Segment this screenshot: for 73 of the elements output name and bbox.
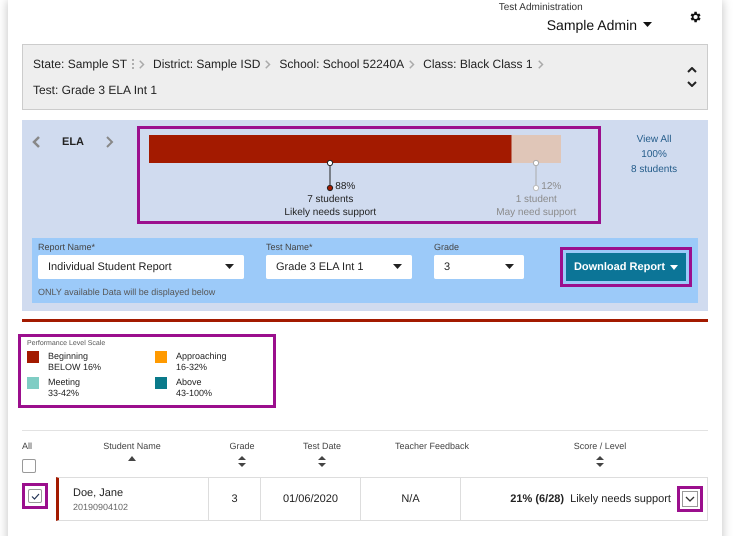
view-all-percent: 100%: [641, 148, 667, 162]
breadcrumb-item[interactable]: State: Sample ST: [33, 57, 128, 71]
legend-range: 43-100%: [176, 388, 212, 399]
legend-range: 16-32%: [176, 362, 208, 373]
breadcrumb-item[interactable]: Class: Black Class 1: [423, 57, 533, 71]
table-cell: N/A: [361, 478, 461, 520]
chevron-down-icon[interactable]: [687, 81, 697, 87]
chevron-up-icon[interactable]: [687, 67, 697, 73]
row-checkbox[interactable]: [28, 489, 42, 503]
leader-line: [532, 159, 540, 193]
column-header[interactable]: Teacher Feedback: [394, 441, 470, 451]
caret-icon: [643, 22, 652, 28]
filter-dropdown[interactable]: 3: [434, 255, 524, 279]
more-icon[interactable]: [132, 59, 134, 69]
table-cell: 3: [209, 478, 261, 520]
legend-name: Approaching: [176, 351, 227, 362]
chevron-right-icon[interactable]: [265, 60, 272, 68]
select-all-checkbox[interactable]: [22, 459, 36, 473]
table-cell: 01/06/2020: [261, 478, 361, 520]
score-value: 21% (6/28): [510, 493, 564, 505]
legend-name: Beginning: [48, 351, 90, 362]
chevron-right-icon[interactable]: [538, 60, 544, 68]
segment-students: 7 students: [307, 193, 354, 206]
subject-name: ELA: [62, 136, 84, 148]
breadcrumb-test: Test: Grade 3 ELA Int 1: [33, 83, 158, 97]
column-header[interactable]: Score / Level: [574, 441, 626, 451]
legend-range: 33-42%: [48, 388, 80, 399]
view-all-students: 8 students: [631, 163, 678, 177]
admin-caption: Test Administration: [498, 2, 584, 13]
legend-name: Meeting: [48, 377, 80, 388]
breadcrumb-item[interactable]: District: Sample ISD: [153, 57, 260, 71]
segment-percent: 88%: [335, 180, 356, 193]
admin-dropdown[interactable]: Sample Admin: [546, 17, 652, 33]
table-row[interactable]: Doe, Jane 20190904102 3 01/06/2020 N/A 21% (6/28) Likely needs support: [56, 477, 708, 521]
caret-icon: [670, 264, 678, 270]
column-header[interactable]: Test Date: [302, 441, 342, 451]
caret-icon: [505, 264, 514, 270]
legend-range: BELOW 16%: [48, 362, 102, 373]
filter-label: Test Name*: [266, 242, 314, 252]
column-header[interactable]: Grade: [229, 441, 254, 451]
check-icon: [30, 492, 40, 500]
chevron-right-icon[interactable]: [409, 60, 416, 68]
segment-students: 1 student: [516, 193, 557, 206]
caret-icon: [393, 264, 402, 270]
settings-icon[interactable]: [688, 10, 702, 24]
sort-icon[interactable]: [238, 456, 246, 467]
student-id: 20190904102: [73, 502, 128, 512]
leader-line: [326, 159, 334, 193]
chevron-down-icon: [685, 496, 695, 502]
sort-up-icon[interactable]: [128, 456, 136, 461]
filter-note: ONLY available Data will be displayed below: [38, 287, 216, 297]
sort-icon[interactable]: [596, 456, 604, 467]
breadcrumb-item[interactable]: School: School 52240A: [279, 57, 404, 71]
caret-icon: [225, 264, 234, 270]
legend-name: Above: [176, 377, 203, 388]
filter-label: Report Name*: [38, 242, 96, 252]
filter-label: Grade: [434, 242, 460, 252]
segment-label: May need support: [496, 206, 576, 219]
chevron-right-icon[interactable]: [106, 136, 114, 148]
view-all-link[interactable]: View All: [636, 132, 672, 147]
sort-icon[interactable]: [318, 456, 326, 467]
chevron-left-icon[interactable]: [32, 136, 40, 148]
student-name: Doe, Jane: [73, 486, 124, 498]
filter-dropdown[interactable]: Grade 3 ELA Int 1: [266, 255, 412, 279]
score-level: Likely needs support: [570, 493, 671, 505]
column-header: All: [22, 441, 32, 451]
segment-label: Likely needs support: [284, 206, 376, 219]
expand-button[interactable]: [682, 491, 698, 507]
filter-dropdown[interactable]: Individual Student Report: [38, 255, 244, 279]
download-report-button[interactable]: Download Report: [566, 253, 686, 281]
chevron-right-icon[interactable]: [139, 60, 146, 68]
column-header[interactable]: Student Name: [103, 441, 161, 451]
segment-percent: 12%: [541, 180, 562, 193]
